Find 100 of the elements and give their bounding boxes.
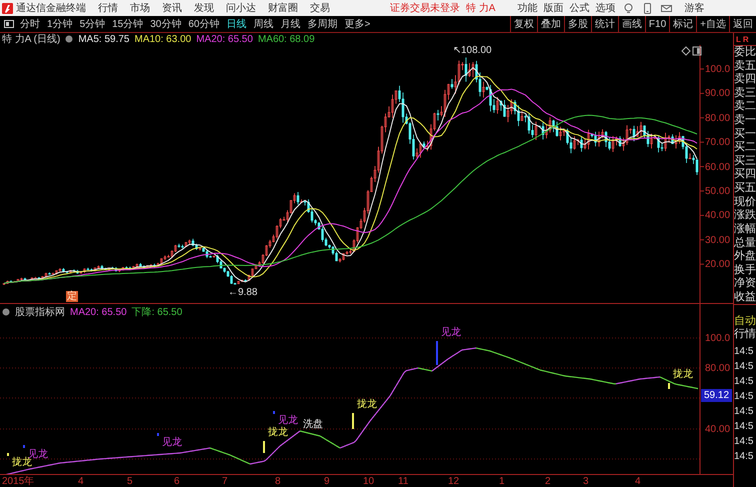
period-tab[interactable]: 60分钟	[188, 17, 220, 31]
field-label: 卖三	[734, 86, 756, 100]
signal-label: 拢龙	[357, 399, 377, 410]
axis-label: 2	[545, 476, 551, 487]
field-label: 买五	[734, 182, 756, 196]
menu-item[interactable]: 公式	[569, 1, 590, 15]
toolbar-button[interactable]: 标记	[669, 16, 696, 32]
toolbar-button[interactable]: 复权	[510, 16, 537, 32]
toolbar-button[interactable]: 叠加	[536, 16, 564, 32]
chart-title: 特 力A (日线)	[2, 32, 60, 46]
period-tab[interactable]: 30分钟	[150, 17, 182, 31]
period-tab[interactable]: 月线	[280, 17, 300, 31]
event-marker: 定	[66, 291, 78, 302]
axis-label: 2015年	[2, 476, 34, 487]
toolbar-button[interactable]: 统计	[590, 16, 618, 32]
period-tab[interactable]: 5分钟	[80, 17, 106, 31]
panel-toggle-icon[interactable]	[4, 20, 14, 28]
indicator-name: 股票指标网	[15, 306, 65, 319]
menu-item[interactable]: 市场	[130, 1, 150, 15]
toolbar-button[interactable]: 多股	[564, 16, 591, 32]
tick-time: 14:5	[734, 451, 754, 462]
user-label[interactable]: 游客	[684, 1, 704, 15]
menu-item[interactable]: 发现	[194, 1, 214, 15]
axis-label: 3	[583, 476, 589, 487]
axis-label: 100.0	[705, 333, 730, 344]
bulb-icon[interactable]	[623, 2, 634, 14]
field-label: 买一	[734, 128, 756, 141]
menu-item[interactable]: 资讯	[162, 1, 182, 15]
field-label: 涨幅	[734, 222, 756, 236]
axis-label: 80.00	[705, 363, 730, 374]
ma-legend: MA10: 63.00	[134, 34, 192, 44]
envelope-icon[interactable]	[661, 2, 672, 14]
period-tab[interactable]: 分时	[20, 17, 40, 31]
menu-item[interactable]: 交易	[310, 1, 330, 15]
tick-time: 14:5	[734, 421, 754, 432]
login-status[interactable]: 证券交易未登录	[390, 1, 460, 15]
field-label: 换手	[734, 264, 756, 277]
field-label: 总量	[734, 236, 756, 250]
period-tab[interactable]: 日线	[226, 17, 246, 31]
signal-label: 见龙	[441, 327, 461, 338]
field-label: 买三	[734, 154, 756, 168]
toolbar-button[interactable]: 返回	[729, 16, 756, 32]
low-price-label: ←9.88	[228, 287, 258, 298]
signal-label: 拢龙	[12, 457, 32, 468]
indicator-legend: MA20: 65.50	[70, 306, 127, 318]
axis-label: 11	[398, 476, 408, 487]
field-label: 卖四	[734, 73, 756, 86]
period-tab[interactable]: 更多>	[344, 17, 370, 31]
signal-label: 见龙	[162, 437, 182, 448]
indicator-legend: 下降: 65.50	[132, 305, 182, 319]
axis-label: 70.00	[705, 137, 730, 148]
field-label: 收益	[734, 290, 756, 304]
axis-label: 1	[499, 476, 505, 487]
axis-label: 5	[127, 476, 133, 487]
ma-legend: MA20: 65.50	[196, 34, 253, 44]
field-label: 卖二	[734, 100, 756, 114]
axis-label: 12	[448, 476, 460, 487]
auto-label[interactable]: 自动	[734, 313, 756, 328]
menu-item[interactable]: 财富圈	[268, 1, 298, 15]
field-label: 现价	[734, 196, 756, 209]
field-label: 净资	[734, 277, 756, 290]
menu-item[interactable]: 选项	[595, 1, 616, 15]
signal-label: 拢龙	[673, 369, 693, 380]
signal-label: 见龙	[278, 415, 298, 426]
signal-label: 洗盘	[303, 419, 323, 430]
field-label: 委比	[734, 46, 756, 59]
field-label: 涨跌	[734, 209, 756, 222]
period-tab[interactable]: 多周期	[308, 17, 338, 31]
tick-time: 14:5	[734, 361, 754, 372]
axis-label: 9	[324, 476, 330, 487]
panel-tab[interactable]: R	[742, 34, 749, 44]
current-value-badge: 59.12	[701, 389, 732, 402]
diamond-icon[interactable]	[681, 46, 691, 56]
menu-item[interactable]: 行情	[98, 1, 118, 15]
axis-label: 6	[174, 476, 180, 487]
menu-item[interactable]: 版面	[543, 1, 564, 15]
axis-label: 30.00	[705, 234, 730, 246]
axis-label: 10	[363, 476, 374, 487]
axis-label: 50.00	[705, 186, 730, 197]
axis-label: 7	[222, 476, 228, 487]
panel-toggle-icon[interactable]	[692, 46, 702, 56]
phone-icon[interactable]	[642, 2, 654, 14]
ticks-label[interactable]: 行情	[734, 328, 756, 341]
period-tab[interactable]: 1分钟	[47, 17, 73, 31]
menu-item[interactable]: 功能	[517, 1, 538, 15]
toolbar-button[interactable]: F10	[644, 16, 670, 32]
tick-time: 14:5	[734, 346, 754, 357]
field-label: 卖一	[734, 114, 756, 128]
toolbar-button[interactable]: +自选	[696, 16, 729, 32]
menu-item[interactable]: 问小达	[226, 1, 256, 15]
period-tab[interactable]: 15分钟	[112, 17, 144, 31]
axis-label: 20.00	[705, 259, 730, 270]
stock-name: 特 力A	[466, 2, 496, 15]
period-tab[interactable]: 周线	[254, 17, 274, 31]
axis-label: 4	[78, 476, 84, 487]
field-label: 外盘	[734, 250, 756, 264]
panel-tab[interactable]: L	[736, 34, 741, 44]
axis-label: 100.0	[705, 64, 730, 75]
toolbar-button[interactable]: 画线	[618, 16, 645, 32]
ma-legend: MA5: 59.75	[78, 34, 130, 44]
